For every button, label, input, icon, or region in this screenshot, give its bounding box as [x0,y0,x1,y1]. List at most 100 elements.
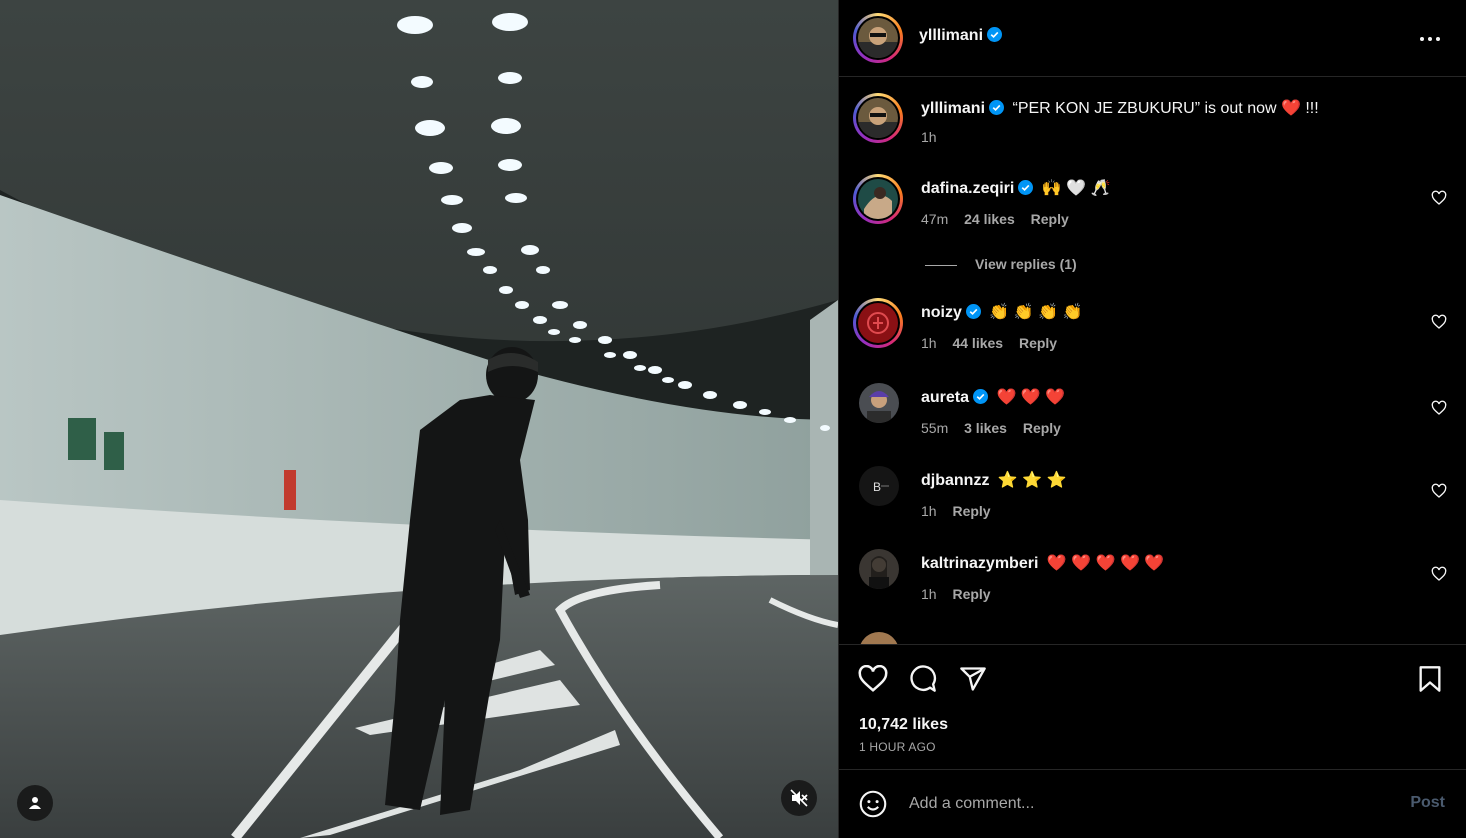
comment-item: kaltrinazymberi ❤️ ❤️ ❤️ ❤️ ❤️ 1h Reply [839,549,1466,609]
user-tag-icon [29,797,41,809]
comment-item: B djbannzz ⭐ ⭐ ⭐ 1h Reply [839,466,1466,526]
caption-time: 1h [921,129,937,145]
caption-username[interactable]: ylllimani [921,100,985,117]
svg-text:B: B [873,480,881,494]
comment-avatar[interactable] [853,298,903,348]
comment-likes[interactable]: 24 likes [964,211,1015,227]
comment-reply-button[interactable]: Reply [1023,420,1061,436]
emoji-button[interactable] [857,788,889,820]
caption-meta: 1h [921,129,949,145]
comment-username[interactable]: djbannzz [921,472,989,489]
comment-avatar[interactable] [859,549,899,589]
caption-text: “PER KON JE ZBUKURU” is out now ❤️ !!! [1012,100,1319,117]
comment-composer: Post [839,769,1466,838]
comment-meta: 1h 44 likes Reply [921,335,1069,351]
more-icon [1420,37,1440,41]
bookmark-icon [1419,666,1441,692]
verified-icon [1018,180,1034,195]
emoji-icon [859,790,887,818]
comment-reply-button[interactable]: Reply [1019,335,1057,351]
comment-time: 1h [921,586,937,602]
comment-item: noizy 👏 👏 👏 👏 1h 44 likes Reply [839,298,1466,358]
heart-icon [858,665,888,692]
verified-icon [989,100,1005,115]
comment-username[interactable]: dafina.zeqiri [921,180,1014,197]
comment-username[interactable]: kaltrinazymberi [921,555,1038,572]
heart-icon[interactable] [1431,400,1447,416]
comment-item: dafina.zeqiri 🙌 🤍 🥂 47m 24 likes Reply [839,174,1466,234]
comment-text: ⭐ ⭐ ⭐ [997,472,1067,489]
heart-icon[interactable] [1431,566,1447,582]
mute-toggle-button[interactable] [781,780,817,816]
share-button[interactable] [957,663,989,695]
caption-text-line: ylllimani “PER KON JE ZBUKURU” is out no… [921,98,1319,120]
post-media[interactable] [0,0,838,838]
verified-icon [987,27,1003,42]
comment-text: ❤️ ❤️ ❤️ [996,389,1066,406]
comments-list[interactable]: ylllimani “PER KON JE ZBUKURU” is out no… [839,78,1466,644]
comment-likes[interactable]: 44 likes [952,335,1003,351]
verified-icon [965,304,981,319]
view-replies-label: View replies (1) [975,256,1077,272]
comment-avatar[interactable]: B [859,466,899,506]
comment-text-line: aureta ❤️ ❤️ ❤️ [921,387,1065,409]
comment-meta: 47m 24 likes Reply [921,211,1081,227]
post-timestamp: 1 HOUR AGO [859,740,936,754]
author-avatar-image [858,18,898,58]
comment-avatar-image: B [859,466,899,506]
comment-avatar[interactable] [859,383,899,423]
user-tag-button[interactable] [17,785,53,821]
author-name-row: ylllimani [919,27,1003,45]
replies-divider [925,264,957,266]
comment-time: 47m [921,211,949,227]
comment-avatar-image [859,549,899,589]
post-actions: 10,742 likes 1 HOUR AGO [839,644,1466,769]
heart-icon[interactable] [1431,314,1447,330]
heart-icon[interactable] [1431,483,1447,499]
post-header: ylllimani [839,0,1466,77]
comment-text: ❤️ ❤️ ❤️ ❤️ ❤️ [1046,555,1165,572]
save-button[interactable] [1414,663,1446,695]
comment-input[interactable] [909,790,1349,818]
more-options-button[interactable] [1417,27,1443,51]
comment-icon [910,665,937,692]
comment-button[interactable] [907,663,939,695]
share-icon [960,667,986,691]
comment-avatar[interactable] [859,632,899,644]
comment-avatar-image [858,303,898,343]
verified-icon [973,389,989,404]
caption-row: ylllimani “PER KON JE ZBUKURU” is out no… [839,93,1466,153]
author-avatar[interactable] [853,13,903,63]
comment-text: 👏 👏 👏 👏 [989,304,1083,321]
comment-text-line: noizy 👏 👏 👏 👏 [921,302,1082,324]
author-username[interactable]: ylllimani [919,27,983,44]
like-button[interactable] [857,663,889,695]
comment-meta: 1h Reply [921,586,1003,602]
comment-reply-button[interactable]: Reply [952,503,990,519]
comment-username[interactable]: aureta [921,389,969,406]
heart-icon[interactable] [1431,190,1447,206]
likes-count[interactable]: 10,742 likes [859,716,948,734]
comment-text: 🙌 🤍 🥂 [1041,180,1111,197]
muted-icon [790,789,808,807]
post-comment-button[interactable]: Post [1410,794,1445,812]
tunnel-video-frame [0,0,838,838]
comment-text-line: dafina.zeqiri 🙌 🤍 🥂 [921,178,1110,200]
comment-meta: 1h Reply [921,503,1003,519]
comment-likes[interactable]: 3 likes [964,420,1007,436]
comment-reply-button[interactable]: Reply [952,586,990,602]
comment-avatar[interactable] [853,174,903,224]
comment-time: 1h [921,335,937,351]
view-replies-button[interactable]: View replies (1) [925,256,1077,272]
caption-avatar-image [858,98,898,138]
comment-time: 55m [921,420,949,436]
comment-item: aureta ❤️ ❤️ ❤️ 55m 3 likes Reply [839,383,1466,443]
comment-avatar-image [858,179,898,219]
comment-username[interactable]: noizy [921,304,962,321]
post-side-panel: ylllimani ylllimani “PER KON JE ZBUKURU”… [838,0,1466,838]
comment-text-line: djbannzz ⭐ ⭐ ⭐ [921,470,1067,492]
comment-reply-button[interactable]: Reply [1031,211,1069,227]
caption-avatar[interactable] [853,93,903,143]
comment-text-line: kaltrinazymberi ❤️ ❤️ ❤️ ❤️ ❤️ [921,553,1164,575]
comment-meta: 55m 3 likes Reply [921,420,1073,436]
